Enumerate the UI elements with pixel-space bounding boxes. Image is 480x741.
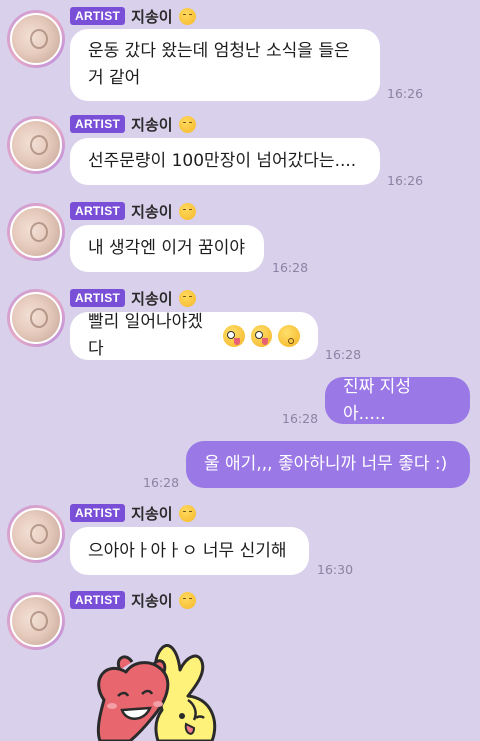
- artist-avatar[interactable]: [7, 505, 65, 563]
- artist-avatar[interactable]: [7, 10, 65, 68]
- sender-row: ARTIST 지송이: [70, 6, 196, 26]
- kissing-face-icon: [278, 325, 300, 347]
- artist-badge: ARTIST: [70, 7, 126, 25]
- message-text: 울 애기,,, 좋아하니까 너무 좋다 :): [204, 454, 448, 474]
- message-text: 선주문량이 100만장이 넘어갔다는....: [88, 151, 357, 171]
- message-text-line: 운동 갔다 왔는데 엄청난 소식을 들은: [88, 41, 350, 61]
- smirk-face-icon: [178, 504, 196, 522]
- sender-name: 지송이: [131, 504, 173, 523]
- message-bubble[interactable]: 내 생각엔 이거 꿈이야: [70, 225, 264, 272]
- artist-avatar[interactable]: [7, 289, 65, 347]
- message-time: 16:26: [387, 173, 424, 188]
- sender-row: ARTIST 지송이: [70, 503, 196, 523]
- heart-and-bunny-sticker[interactable]: [70, 640, 260, 741]
- artist-badge: ARTIST: [70, 115, 126, 133]
- zany-face-icon: [250, 325, 273, 347]
- my-message-bubble[interactable]: 진짜 지성아.....: [325, 377, 470, 424]
- message-bubble[interactable]: 으아아ㅏ아ㅏㅇ 너무 신기해: [70, 527, 309, 575]
- message-time: 16:26: [387, 86, 424, 101]
- smirk-face-icon: [178, 591, 196, 609]
- message-bubble[interactable]: 빨리 일어나야겠다: [70, 312, 318, 360]
- sender-row: ARTIST 지송이: [70, 201, 196, 221]
- artist-badge: ARTIST: [70, 202, 126, 220]
- sender-name: 지송이: [131, 591, 173, 610]
- artist-avatar[interactable]: [7, 592, 65, 650]
- artist-avatar[interactable]: [7, 203, 65, 261]
- artist-badge: ARTIST: [70, 591, 126, 609]
- message-time: 16:28: [143, 475, 180, 490]
- message-text: 내 생각엔 이거 꿈이야: [88, 238, 245, 258]
- artist-badge: ARTIST: [70, 504, 126, 522]
- smirk-face-icon: [178, 7, 196, 25]
- sender-name: 지송이: [131, 289, 173, 308]
- sender-name: 지송이: [131, 7, 173, 26]
- message-text: 으아아ㅏ아ㅏㅇ 너무 신기해: [88, 540, 287, 561]
- artist-badge: ARTIST: [70, 289, 126, 307]
- sender-row: ARTIST 지송이: [70, 288, 196, 308]
- message-text: 빨리 일어나야겠다: [88, 312, 203, 359]
- message-time: 16:28: [272, 260, 309, 275]
- message-text: 진짜 지성아.....: [343, 376, 411, 424]
- smirk-face-icon: [178, 115, 196, 133]
- message-time: 16:28: [325, 347, 362, 362]
- smirk-face-icon: [178, 202, 196, 220]
- artist-avatar[interactable]: [7, 116, 65, 174]
- sender-name: 지송이: [131, 202, 173, 221]
- message-text-line: 거 같어: [88, 68, 141, 88]
- chat-view: ARTIST 지송이 운동 갔다 왔는데 엄청난 소식을 들은 거 같어 16:…: [0, 0, 480, 741]
- sender-row: ARTIST 지송이: [70, 114, 196, 134]
- message-time: 16:28: [282, 411, 319, 426]
- sender-row: ARTIST 지송이: [70, 590, 196, 610]
- zany-face-icon: [222, 325, 245, 347]
- sticker-art: [96, 644, 217, 741]
- my-message-bubble[interactable]: 울 애기,,, 좋아하니까 너무 좋다 :): [186, 441, 470, 488]
- smirk-face-icon: [178, 289, 196, 307]
- message-bubble[interactable]: 선주문량이 100만장이 넘어갔다는....: [70, 138, 380, 185]
- message-bubble[interactable]: 운동 갔다 왔는데 엄청난 소식을 들은 거 같어: [70, 29, 380, 101]
- message-time: 16:30: [317, 562, 354, 577]
- sender-name: 지송이: [131, 115, 173, 134]
